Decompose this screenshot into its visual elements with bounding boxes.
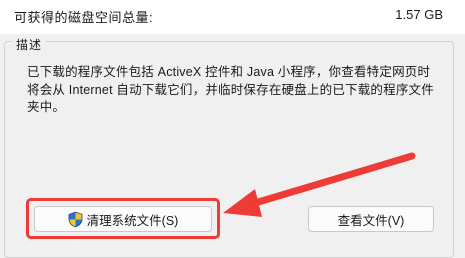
description-text: 已下载的程序文件包括 ActiveX 控件和 Java 小程序，你查看特定网页时… (27, 65, 434, 114)
view-files-label: 查看文件(V) (337, 213, 405, 228)
disk-space-row: 可获得的磁盘空间总量: 1.57 GB (0, 0, 465, 34)
description-legend: 描述 (12, 36, 47, 53)
disk-space-value: 1.57 GB (395, 7, 443, 22)
disk-space-label: 可获得的磁盘空间总量: (14, 10, 154, 25)
view-files-button[interactable]: 查看文件(V) (308, 206, 434, 232)
highlight-box (26, 198, 220, 239)
